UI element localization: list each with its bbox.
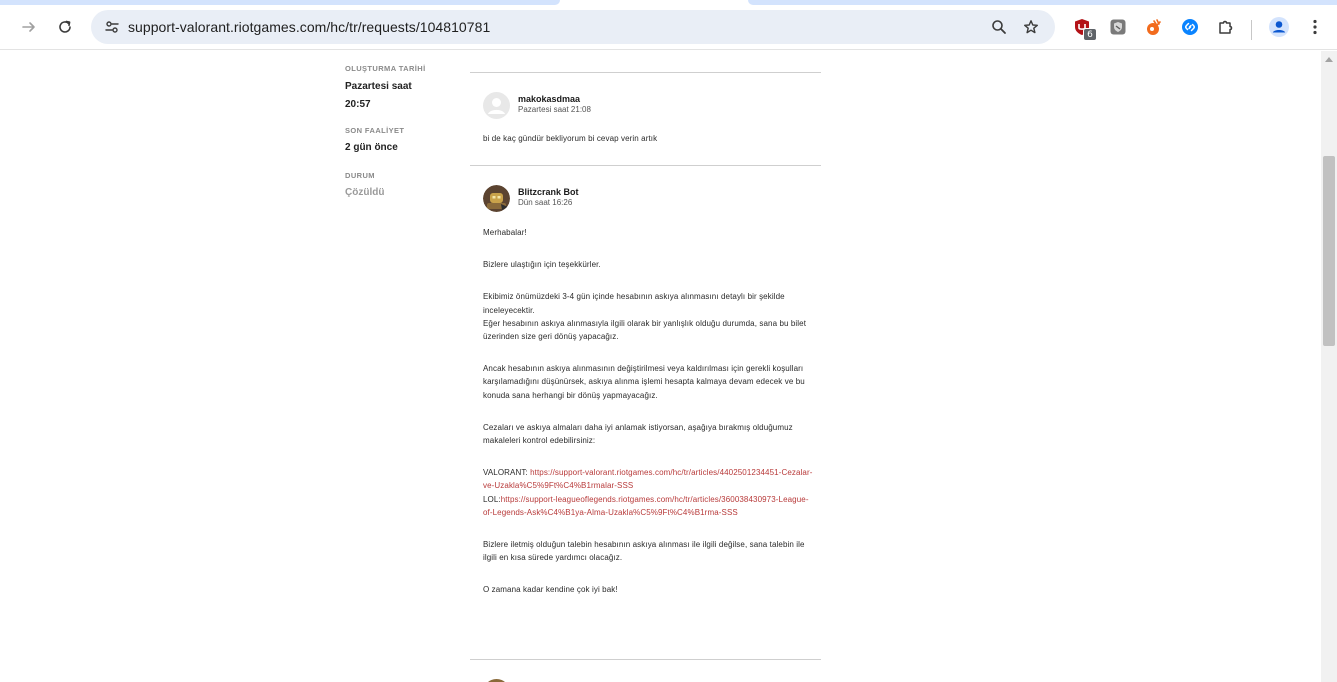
- bookmark-button[interactable]: [1018, 14, 1044, 40]
- review-paragraph: Ekibimiz önümüzdeki 3-4 gün içinde hesab…: [483, 292, 785, 315]
- comment-timestamp: Pazartesi saat 21:08: [518, 105, 591, 114]
- orange-extension-button[interactable]: [1144, 17, 1164, 37]
- conditions-paragraph: Ancak hesabının askıya alınmasının değiş…: [483, 364, 805, 400]
- reload-icon: [59, 20, 71, 33]
- created-section: OLUŞTURMA TARİHİ Pazartesi saat 20:57: [345, 64, 455, 114]
- valorant-article-line: VALORANT: https://support-valorant.riotg…: [483, 466, 813, 492]
- badger-shield-icon: [1110, 19, 1126, 35]
- avatar-icon: [1269, 17, 1289, 37]
- comment-author[interactable]: makokasdmaa: [518, 94, 580, 104]
- shazam-extension-button[interactable]: [1180, 17, 1200, 37]
- puzzle-icon: [1219, 20, 1233, 34]
- address-bar[interactable]: support-valorant.riotgames.com/hc/tr/req…: [91, 10, 1055, 44]
- forward-button[interactable]: [15, 13, 43, 41]
- status-section: DURUM Çözüldü: [345, 171, 455, 202]
- created-value-line2: 20:57: [345, 99, 371, 110]
- bot-avatar: [483, 185, 510, 212]
- scrollbar-thumb[interactable]: [1323, 156, 1335, 346]
- comment-timestamp: Dün saat 16:26: [518, 198, 573, 207]
- avatar: [483, 92, 510, 119]
- profile-button[interactable]: [1268, 16, 1290, 38]
- articles-intro-paragraph: Cezaları ve askıya almaları daha iyi anl…: [483, 422, 793, 446]
- status-value: Çözüldü: [345, 187, 385, 198]
- scroll-up-arrow-icon[interactable]: [1325, 57, 1333, 62]
- other-request-paragraph: Bizlere iletmiş olduğun talebin hesabını…: [483, 540, 805, 563]
- site-info-button[interactable]: [99, 14, 125, 40]
- lol-article-line: LOL:https://support-leagueoflegends.riot…: [483, 493, 813, 519]
- created-value-line1: Pazartesi saat: [345, 81, 412, 92]
- default-user-icon: [488, 98, 505, 114]
- comment-item: makokasdmaa Pazartesi saat 21:08 bi de k…: [483, 92, 813, 152]
- flame-icon: [1147, 19, 1161, 35]
- zoom-icon: [992, 20, 1006, 34]
- review-paragraph-2: Eğer hesabının askıya alınmasıyla ilgili…: [483, 318, 807, 342]
- star-icon: [1024, 20, 1038, 34]
- comment-body: bi de kaç gündür bekliyorum bi cevap ver…: [483, 134, 658, 143]
- page-content: OLUŞTURMA TARİHİ Pazartesi saat 20:57 SO…: [0, 51, 1321, 682]
- page-scrollbar[interactable]: [1321, 51, 1337, 682]
- comment-divider: [470, 165, 821, 166]
- created-label: OLUŞTURMA TARİHİ: [345, 64, 426, 73]
- browser-menu-button[interactable]: [1305, 17, 1325, 37]
- zoom-button[interactable]: [986, 14, 1012, 40]
- valorant-label: VALORANT:: [483, 468, 531, 478]
- privacy-extension-button[interactable]: [1108, 17, 1128, 37]
- extensions-menu-button[interactable]: [1216, 17, 1236, 37]
- created-value: Pazartesi saat 20:57: [345, 78, 455, 114]
- comment-body: Merhabalar! Bizlere ulaştığın için teşek…: [483, 226, 813, 597]
- activity-section: SON FAALİYET 2 gün önce: [345, 126, 455, 157]
- lol-article-link[interactable]: https://support-leagueoflegends.riotgame…: [483, 495, 809, 517]
- activity-label: SON FAALİYET: [345, 126, 405, 135]
- reload-button[interactable]: [51, 13, 79, 41]
- closing-paragraph: O zamana kadar kendine çok iyi bak!: [483, 585, 618, 595]
- kebab-menu-icon: [1313, 19, 1317, 35]
- browser-toolbar: support-valorant.riotgames.com/hc/tr/req…: [0, 5, 1337, 50]
- lol-label: LOL:: [483, 494, 501, 504]
- tune-icon: [105, 21, 119, 33]
- comment-divider: [470, 72, 821, 73]
- comment-item: Blitzcrank Bot Dün saat 16:26 Merhabalar…: [483, 185, 813, 645]
- activity-value: 2 gün önce: [345, 142, 398, 153]
- valorant-article-link[interactable]: https://support-valorant.riotgames.com/h…: [483, 468, 813, 490]
- ublock-extension-button[interactable]: 6: [1072, 17, 1097, 41]
- shazam-icon: [1182, 19, 1198, 35]
- status-label: DURUM: [345, 171, 375, 180]
- thanks-paragraph: Bizlere ulaştığın için teşekkürler.: [483, 260, 601, 270]
- comment-divider: [470, 659, 821, 660]
- blitzcrank-avatar-icon: [483, 185, 510, 212]
- greeting-paragraph: Merhabalar!: [483, 228, 527, 237]
- forward-arrow-icon: [22, 22, 35, 32]
- toolbar-separator: [1251, 20, 1252, 40]
- comment-author[interactable]: Blitzcrank Bot: [518, 187, 579, 197]
- extension-badge: 6: [1083, 28, 1097, 41]
- url-text[interactable]: support-valorant.riotgames.com/hc/tr/req…: [128, 10, 490, 44]
